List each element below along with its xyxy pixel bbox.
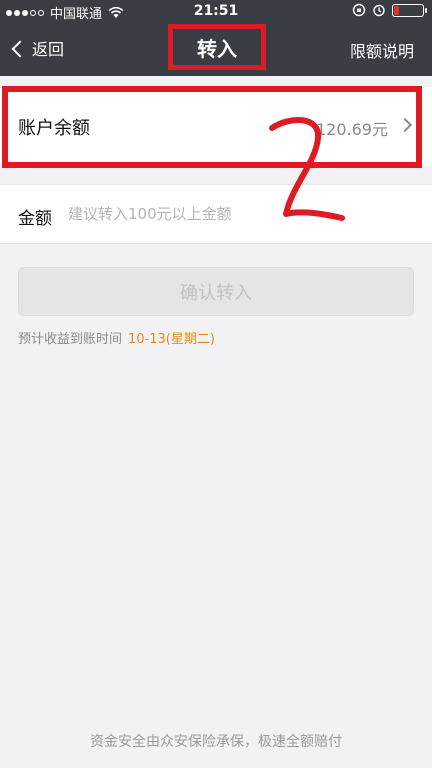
- balance-label: 账户余额: [18, 118, 90, 139]
- alarm-icon: [373, 4, 385, 17]
- rotation-lock-icon: [352, 3, 366, 17]
- balance-value: 120.69元: [316, 120, 388, 139]
- amount-input[interactable]: [68, 199, 398, 229]
- status-right: [352, 3, 427, 17]
- balance-row[interactable]: 账户余额 120.69元: [0, 87, 432, 166]
- chevron-left-icon: [11, 40, 29, 57]
- title-highlight-box: 转入: [168, 24, 266, 70]
- back-button[interactable]: 返回: [11, 36, 65, 60]
- confirm-transfer-button[interactable]: 确认转入: [18, 267, 414, 316]
- page-title: 转入: [197, 36, 237, 61]
- expected-arrival-date: 10-13(星期二): [128, 332, 215, 347]
- nav-bar: 返回 转入 限额说明: [0, 24, 432, 76]
- amount-row: 金额: [0, 184, 432, 244]
- expected-arrival: 预计收益到账时间 10-13(星期二): [18, 328, 215, 347]
- chevron-right-icon: [397, 117, 413, 133]
- battery-icon: [392, 3, 427, 17]
- status-bar: 中国联通 21:51: [0, 0, 432, 24]
- limit-info-link[interactable]: 限额说明: [350, 38, 414, 62]
- top-bar: 中国联通 21:51 返回 转入 限额说明: [0, 0, 432, 76]
- expected-arrival-label: 预计收益到账时间: [18, 332, 123, 347]
- back-label: 返回: [32, 40, 65, 59]
- footer-note: 资金安全由众安保险承保，极速全额赔付: [90, 734, 342, 750]
- amount-label: 金额: [18, 209, 52, 229]
